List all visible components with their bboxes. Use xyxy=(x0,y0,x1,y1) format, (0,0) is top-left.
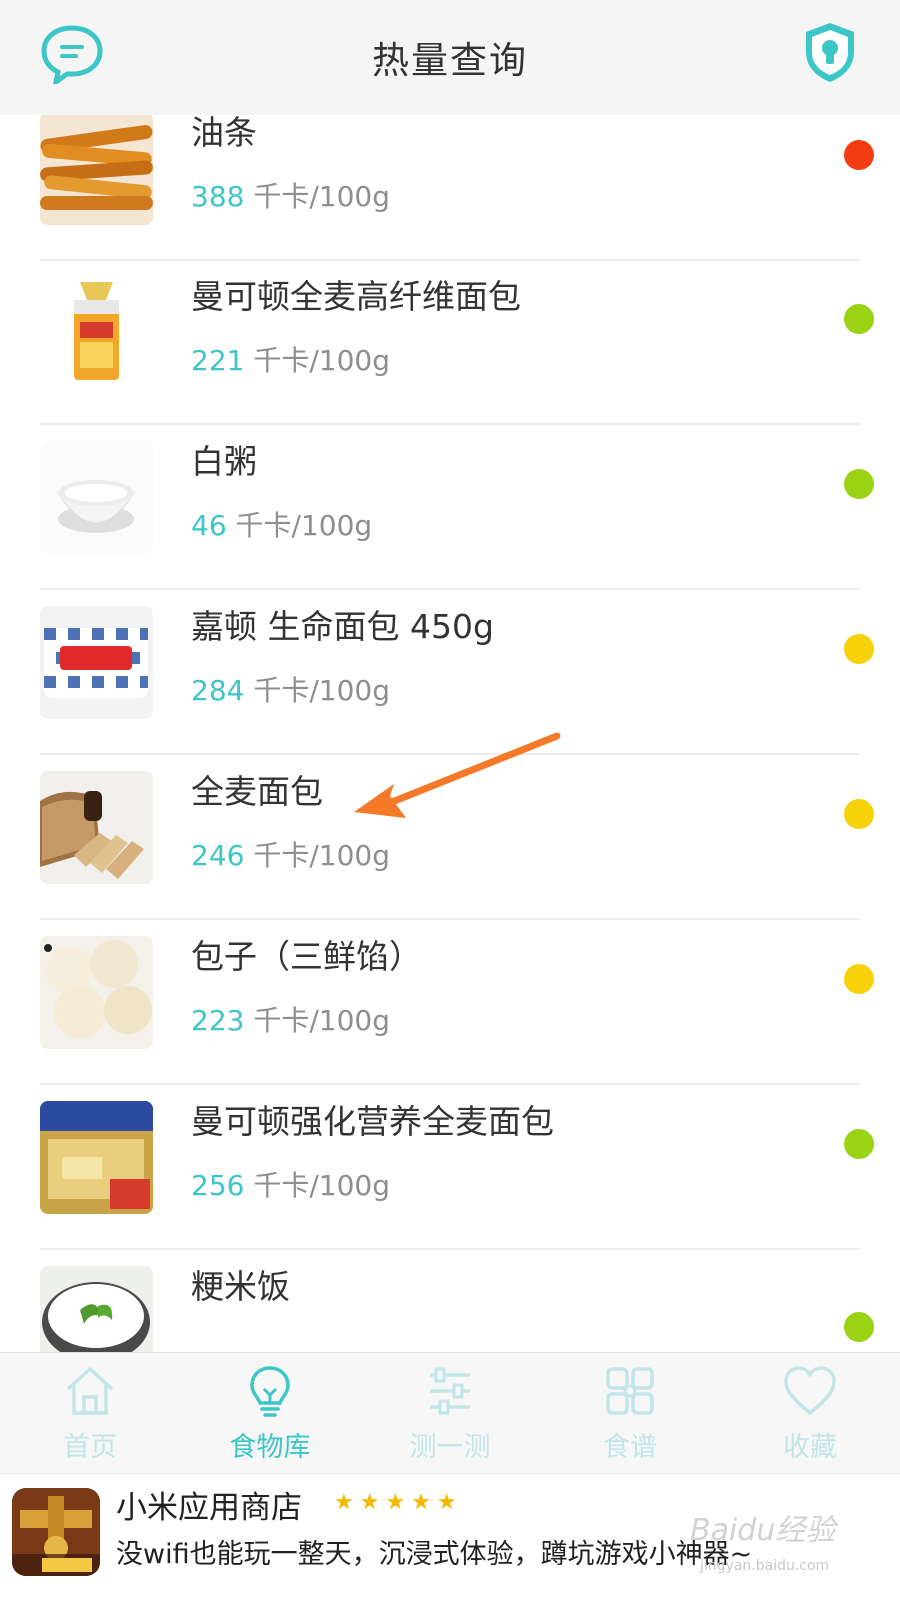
ad-description: 没wifi也能玩一整天，沉浸式体验，蹲坑游戏小神器~ xyxy=(116,1539,753,1570)
food-name: 曼可顿强化营养全麦面包 xyxy=(191,1102,554,1141)
food-thumbnail xyxy=(40,1101,153,1214)
rating-stars-icon: ★★★★★ xyxy=(334,1490,463,1515)
nav-item-favorites[interactable]: 收藏 xyxy=(720,1353,900,1473)
calorie-value: 256 xyxy=(191,1169,245,1202)
calorie-unit: 千卡/100g xyxy=(253,674,391,707)
food-thumbnail xyxy=(40,115,153,225)
baidu-watermark-url: jingyan.baidu.com xyxy=(700,1558,830,1574)
food-item[interactable]: 曼可顿全麦高纤维面包 221 千卡/100g xyxy=(40,259,874,425)
food-thumbnail xyxy=(40,276,153,389)
calorie-value: 46 xyxy=(191,509,227,542)
nav-item-home[interactable]: 首页 xyxy=(0,1353,180,1473)
nav-label: 测一测 xyxy=(409,1432,491,1463)
calorie-unit: 千卡/100g xyxy=(253,1004,391,1037)
calorie-unit: 千卡/100g xyxy=(235,509,373,542)
sliders-icon xyxy=(430,1367,470,1415)
calorie-unit: 千卡/100g xyxy=(253,839,391,872)
food-calories: 256 千卡/100g xyxy=(191,1164,390,1204)
food-name: 油条 xyxy=(191,115,257,152)
food-name: 嘉顿 生命面包 450g xyxy=(191,607,494,646)
food-thumbnail xyxy=(40,1266,153,1352)
food-name: 白粥 xyxy=(191,442,257,481)
top-bar: 热量查询 xyxy=(0,0,900,115)
food-thumbnail xyxy=(40,606,153,719)
calorie-value: 388 xyxy=(191,180,245,213)
food-thumbnail xyxy=(40,771,153,884)
home-icon xyxy=(66,1367,114,1415)
calorie-value: 221 xyxy=(191,344,245,377)
calorie-level-dot-green xyxy=(844,469,874,499)
calorie-value: 223 xyxy=(191,1004,245,1037)
game-app-icon[interactable] xyxy=(12,1488,100,1576)
food-calories: 221 千卡/100g xyxy=(191,339,390,379)
food-item[interactable]: 粳米饭 xyxy=(40,1249,874,1352)
calorie-unit: 千卡/100g xyxy=(253,1169,391,1202)
page-title: 热量查询 xyxy=(372,39,528,82)
nav-label: 收藏 xyxy=(783,1432,837,1463)
food-calories: 388 千卡/100g xyxy=(191,175,390,215)
food-item[interactable]: 白粥 46 千卡/100g xyxy=(40,424,874,590)
food-name: 全麦面包 xyxy=(191,772,323,811)
food-thumbnail xyxy=(40,441,153,554)
nav-label: 食物库 xyxy=(229,1432,311,1463)
nav-item-test[interactable]: 测一测 xyxy=(360,1353,540,1473)
food-calories: 284 千卡/100g xyxy=(191,669,390,709)
calorie-level-dot-green xyxy=(844,1129,874,1159)
heart-icon xyxy=(784,1366,836,1415)
food-name: 曼可顿全麦高纤维面包 xyxy=(191,277,521,316)
calorie-unit: 千卡/100g xyxy=(253,344,391,377)
annotation-arrow-icon xyxy=(354,732,561,818)
bottom-navigation: 首页 食物库 测一测 食谱 收藏 xyxy=(0,1352,900,1473)
food-calories: 46 千卡/100g xyxy=(191,504,372,544)
nav-item-food-library[interactable]: 食物库 xyxy=(180,1353,360,1473)
calorie-value: 284 xyxy=(191,674,245,707)
nav-label: 食谱 xyxy=(603,1432,657,1463)
food-calories: 223 千卡/100g xyxy=(191,999,390,1039)
calorie-level-dot-yellow xyxy=(844,964,874,994)
food-item[interactable]: 包子（三鲜馅） 223 千卡/100g xyxy=(40,919,874,1085)
food-item[interactable]: 曼可顿强化营养全麦面包 256 千卡/100g xyxy=(40,1084,874,1250)
calorie-value: 246 xyxy=(191,839,245,872)
calorie-level-dot-yellow xyxy=(844,799,874,829)
food-calories: 246 千卡/100g xyxy=(191,834,390,874)
calorie-level-dot-red xyxy=(844,140,874,170)
calorie-level-dot-green xyxy=(844,304,874,334)
food-name: 粳米饭 xyxy=(191,1267,290,1306)
food-thumbnail xyxy=(40,936,153,1049)
nav-item-recipes[interactable]: 食谱 xyxy=(540,1353,720,1473)
calorie-unit: 千卡/100g xyxy=(253,180,391,213)
calorie-level-dot-yellow xyxy=(844,634,874,664)
food-item[interactable]: 油条 388 千卡/100g xyxy=(40,115,874,261)
grid-icon xyxy=(606,1367,654,1415)
baidu-watermark: Baidu经验 xyxy=(690,1513,836,1548)
ad-title: 小米应用商店 xyxy=(116,1490,302,1526)
lightbulb-icon xyxy=(250,1366,290,1417)
food-name: 包子（三鲜馅） xyxy=(191,937,422,976)
shield-keyhole-icon[interactable] xyxy=(802,20,858,84)
nav-label: 首页 xyxy=(63,1432,117,1463)
calorie-level-dot-green xyxy=(844,1312,874,1342)
